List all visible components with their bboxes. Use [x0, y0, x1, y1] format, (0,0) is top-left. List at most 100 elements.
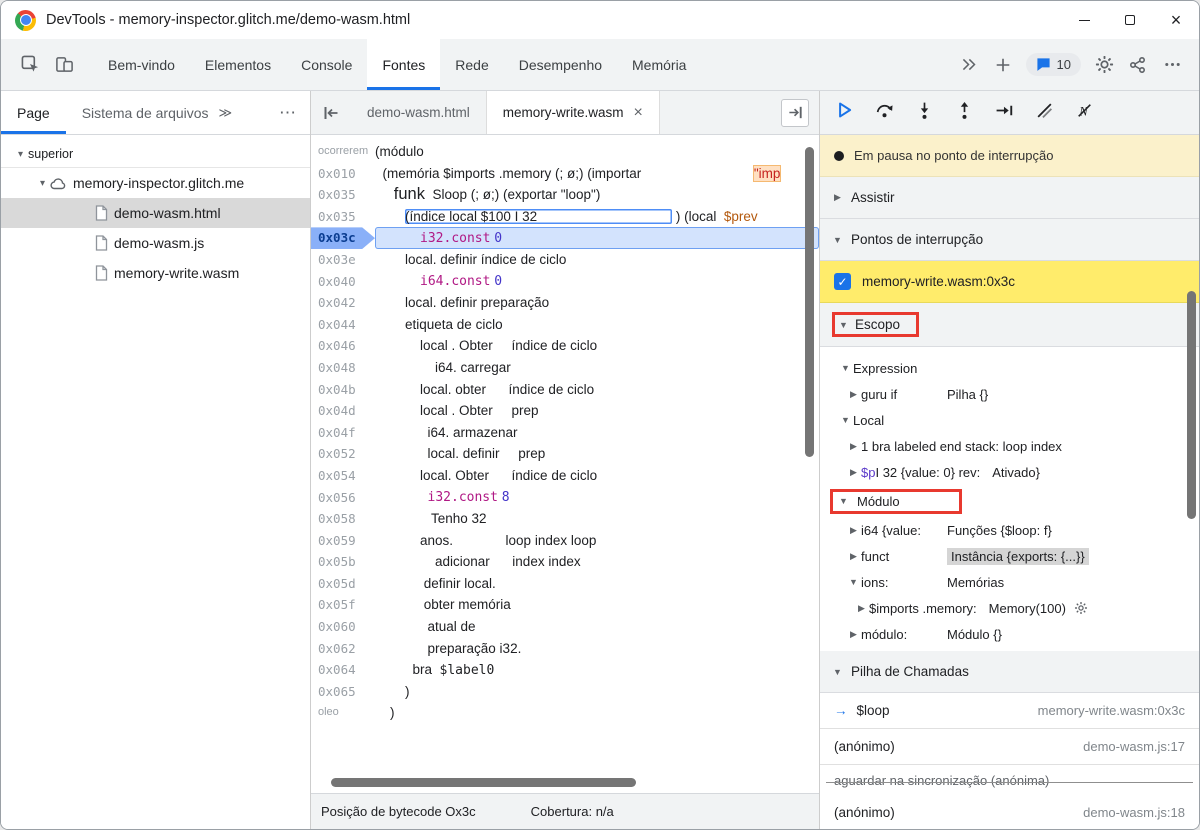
add-tab-icon[interactable] — [988, 50, 1018, 80]
code-line[interactable]: 0x058 Tenho 32 — [311, 508, 819, 530]
line-address[interactable]: 0x04d — [311, 400, 375, 422]
section-scope[interactable]: ▼ Escopo — [820, 303, 1199, 347]
scope-row[interactable]: ▼ Módulo — [820, 485, 1199, 517]
horizontal-scrollbar[interactable] — [331, 778, 636, 787]
tab-fontes[interactable]: Fontes — [367, 39, 441, 90]
code-line[interactable]: 0x040 i64.const 0 — [311, 271, 819, 293]
code-line[interactable]: 0x035 (índice local $100 I 32 ) (local $… — [311, 206, 819, 228]
issues-button[interactable]: 10 — [1025, 53, 1081, 76]
call-stack-frame[interactable]: aguardar na sincronização (anónima) — [820, 765, 1199, 795]
vertical-scrollbar[interactable] — [805, 147, 814, 457]
line-address[interactable]: 0x05b — [311, 551, 375, 573]
code-line[interactable]: 0x010 (memória $imports .memory (; ø;) (… — [311, 163, 819, 185]
code-line[interactable]: 0x054 local. Obter índice de ciclo — [311, 465, 819, 487]
step-into-button[interactable] — [910, 99, 938, 127]
code-line[interactable]: 0x044 etiqueta de ciclo — [311, 314, 819, 336]
code-line[interactable]: 0x03e local. definir índice de ciclo — [311, 249, 819, 271]
triangle-closed-icon[interactable]: ▶ — [846, 467, 861, 478]
settings-icon[interactable] — [1089, 50, 1119, 80]
triangle-closed-icon[interactable]: ▶ — [846, 441, 861, 452]
chevron-down-icon[interactable]: ▾ — [35, 178, 50, 189]
call-stack-frame[interactable]: (anónimo) demo-wasm.js:17 — [820, 729, 1199, 765]
scope-row[interactable]: ▶ 1 bra labeled end stack: loop index — [820, 433, 1199, 459]
tree-item-demo-wasm.js[interactable]: demo-wasm.js — [1, 228, 310, 258]
triangle-open-icon[interactable]: ▼ — [846, 577, 861, 587]
tab-filesystem[interactable]: Sistema de arquivos — [66, 91, 225, 134]
line-address[interactable]: oleo — [311, 702, 375, 724]
triangle-open-icon[interactable]: ▼ — [838, 363, 853, 373]
scope-row[interactable]: ▼ Expression — [820, 355, 1199, 381]
scope-row[interactable]: ▶ módulo: Módulo {} — [820, 621, 1199, 647]
line-address[interactable]: 0x065 — [311, 681, 375, 703]
tab-memória[interactable]: Memória — [617, 39, 701, 90]
code-line[interactable]: 0x059 anos. loop index loop — [311, 530, 819, 552]
line-address[interactable]: 0x04b — [311, 379, 375, 401]
code-line[interactable]: 0x04b local. obter índice de ciclo — [311, 379, 819, 401]
line-address[interactable]: 0x03c — [311, 227, 375, 249]
line-address[interactable]: 0x048 — [311, 357, 375, 379]
scope-row[interactable]: ▶ i64 {value: Funções {$loop: f} — [820, 517, 1199, 543]
tree-item-demo-wasm.html[interactable]: demo-wasm.html — [1, 198, 310, 228]
line-address[interactable]: 0x035 — [311, 206, 375, 228]
source-forward-icon[interactable] — [781, 98, 809, 127]
code-line[interactable]: 0x042 local. definir preparação — [311, 292, 819, 314]
step-over-button[interactable] — [870, 99, 898, 127]
maximize-button[interactable] — [1107, 1, 1153, 39]
tree-item-superior[interactable]: ▾ superior — [1, 141, 310, 168]
more-options-icon[interactable]: ⋯ — [279, 103, 296, 123]
scope-row[interactable]: ▼ ions: Memórias — [820, 569, 1199, 595]
line-address[interactable]: 0x035 — [311, 184, 375, 206]
ignore-list-button[interactable]: N — [1070, 99, 1098, 127]
editor-tab-memory-write.wasm[interactable]: memory-write.wasm × — [485, 91, 660, 134]
scope-row[interactable]: ▶ funct Instância {exports: {...}} — [820, 543, 1199, 569]
code-line[interactable]: 0x05d definir local. — [311, 573, 819, 595]
line-address[interactable]: 0x054 — [311, 465, 375, 487]
line-address[interactable]: ocorrerem — [311, 141, 375, 163]
line-address[interactable]: 0x062 — [311, 638, 375, 660]
tab-elementos[interactable]: Elementos — [190, 39, 286, 90]
step-out-button[interactable] — [950, 99, 978, 127]
close-button[interactable]: × — [1153, 1, 1199, 39]
call-stack-frame[interactable]: (anónimo) demo-wasm.js:18 — [820, 795, 1199, 829]
more-tabs-icon[interactable] — [954, 50, 984, 80]
line-address[interactable]: 0x03e — [311, 249, 375, 271]
navigator-toggle-icon[interactable] — [311, 91, 351, 134]
tree-item-memory-write.wasm[interactable]: memory-write.wasm — [1, 258, 310, 288]
triangle-open-icon[interactable]: ▼ — [838, 415, 853, 425]
triangle-closed-icon[interactable]: ▶ — [846, 551, 861, 562]
code-line[interactable]: 0x060 atual de — [311, 616, 819, 638]
code-line[interactable]: 0x065 ) — [311, 681, 819, 703]
line-address[interactable]: 0x010 — [311, 163, 375, 185]
line-address[interactable]: 0x04f — [311, 422, 375, 444]
code-line[interactable]: 0x03c i32.const 0 — [311, 226, 819, 250]
overflow-menu-icon[interactable] — [1157, 50, 1187, 80]
code-line[interactable]: 0x05b adicionar index index — [311, 551, 819, 573]
triangle-closed-icon[interactable]: ▶ — [854, 603, 869, 614]
code-line[interactable]: 0x062 preparação i32. — [311, 638, 819, 660]
code-line[interactable]: 0x052 local. definir prep — [311, 443, 819, 465]
code-line[interactable]: 0x056 i32.const 8 — [311, 487, 819, 509]
profiles-icon[interactable] — [1123, 50, 1153, 80]
tab-desempenho[interactable]: Desempenho — [504, 39, 617, 90]
code-line[interactable]: 0x046 local . Obter índice de ciclo — [311, 335, 819, 357]
line-address[interactable]: 0x064 — [311, 659, 375, 681]
line-address[interactable]: 0x05d — [311, 573, 375, 595]
inspect-icon[interactable] — [15, 50, 45, 80]
code-area[interactable]: ocorrerem (módulo 0x010 (memória $imports … — [311, 135, 819, 793]
device-toolbar-icon[interactable] — [49, 50, 79, 80]
line-address[interactable]: 0x052 — [311, 443, 375, 465]
triangle-closed-icon[interactable]: ▶ — [846, 389, 861, 400]
editor-tab-demo-wasm.html[interactable]: demo-wasm.html — [351, 91, 486, 134]
line-address[interactable]: 0x059 — [311, 530, 375, 552]
step-button[interactable] — [990, 99, 1018, 127]
code-line[interactable]: ocorrerem (módulo — [311, 141, 819, 163]
code-line[interactable]: 0x035 funk Sloop (; ø;) (exportar "loop"… — [311, 184, 819, 206]
minimize-button[interactable] — [1061, 1, 1107, 39]
code-line[interactable]: 0x048 i64. carregar — [311, 357, 819, 379]
section-watch[interactable]: ▶ Assistir — [820, 177, 1199, 219]
scope-row[interactable]: ▶ guru if Pilha {} — [820, 381, 1199, 407]
line-address[interactable]: 0x044 — [311, 314, 375, 336]
call-stack-frame[interactable]: → $loop memory-write.wasm:0x3c — [820, 693, 1199, 729]
deactivate-breakpoints-button[interactable] — [1030, 99, 1058, 127]
line-address[interactable]: 0x058 — [311, 508, 375, 530]
